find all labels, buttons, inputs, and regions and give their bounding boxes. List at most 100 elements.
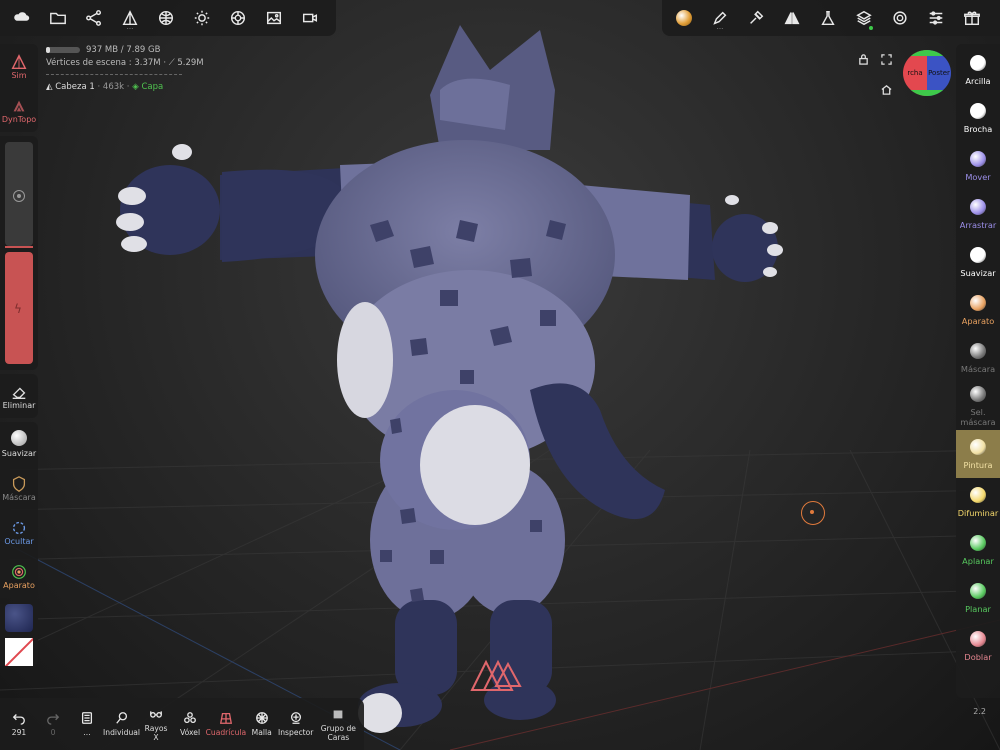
symmetry-icon	[784, 12, 800, 25]
xray-button[interactable]: Rayos X	[139, 698, 173, 750]
individual-label: Individual	[103, 728, 141, 737]
files-button[interactable]	[40, 0, 76, 36]
fullscreen-icon	[880, 53, 892, 65]
image-button[interactable]	[256, 0, 292, 36]
gift-icon	[964, 11, 980, 26]
pivot-target-icon[interactable]	[801, 501, 825, 525]
brush-sliders: ϟ	[0, 136, 38, 370]
settings-button[interactable]	[882, 0, 918, 36]
shading-button[interactable]	[220, 0, 256, 36]
dyntopo-toggle[interactable]: DynTopo	[0, 88, 38, 132]
tool-doblar[interactable]: Doblar	[956, 622, 1000, 670]
viewport-3d[interactable]	[0, 0, 1000, 750]
mascara-tool[interactable]: Máscara	[0, 466, 38, 510]
mesh-button[interactable]: Malla	[245, 698, 279, 750]
sliders-icon	[929, 11, 943, 25]
home-icon	[881, 84, 891, 95]
tool-sel-máscara[interactable]: Sel. máscara	[956, 382, 1000, 430]
tool-sphere-icon	[970, 54, 986, 71]
document-icon	[81, 712, 93, 724]
intensity-slider[interactable]: ϟ	[5, 246, 33, 364]
view-gizmo[interactable]: rcha Poster	[903, 50, 951, 96]
tool-máscara[interactable]: Máscara	[956, 334, 1000, 382]
stroke-button[interactable]: ···	[702, 0, 738, 36]
material-sphere-icon	[676, 10, 692, 26]
tool-sphere-icon	[970, 438, 986, 455]
ocultar-tool[interactable]: Ocultar	[0, 510, 38, 554]
aparato-label: Aparato	[3, 580, 35, 590]
hide-icon	[12, 521, 26, 534]
3d-character-model[interactable]	[110, 10, 790, 745]
radius-knob[interactable]	[13, 190, 25, 202]
material-preview-swatch[interactable]	[5, 604, 33, 632]
tool-arrastrar[interactable]: Arrastrar	[956, 190, 1000, 238]
tool-mover[interactable]: Mover	[956, 142, 1000, 190]
wire-sphere-icon	[255, 712, 268, 724]
bottom-toolbar: 291 0 ... Individual Rayos X Vóxel Cuadr…	[0, 698, 364, 750]
tool-sphere-icon	[970, 198, 986, 215]
undo-button[interactable]: 291	[2, 698, 36, 750]
tool-brocha[interactable]: Brocha	[956, 94, 1000, 142]
lock-button[interactable]	[856, 52, 870, 66]
inspector-button[interactable]: Inspector	[278, 698, 313, 750]
radius-slider[interactable]	[5, 142, 33, 246]
camera-button[interactable]: ···	[112, 0, 148, 36]
voxel-button[interactable]: Vóxel	[173, 698, 207, 750]
suavizar-tool[interactable]: Suavizar	[0, 422, 38, 466]
top-right-toolbar: ···	[662, 0, 1000, 36]
grid-button[interactable]: Cuadrícula	[206, 698, 246, 750]
video-button[interactable]	[292, 0, 328, 36]
left-toolbar: Sim DynTopo ϟ Eliminar Suavizar Máscara	[0, 44, 38, 672]
grid-icon	[219, 712, 232, 724]
no-texture-swatch[interactable]	[5, 638, 33, 666]
tool-aparato[interactable]: Aparato	[956, 286, 1000, 334]
layers-button[interactable]	[846, 0, 882, 36]
tool-aplanar[interactable]: Aplanar	[956, 526, 1000, 574]
tool-sphere-icon	[970, 534, 986, 551]
tool-label: Aplanar	[962, 555, 994, 566]
symmetry-button[interactable]	[774, 0, 810, 36]
environment-button[interactable]	[148, 0, 184, 36]
tool-label: Máscara	[960, 363, 996, 374]
mesh-count: 463k	[102, 82, 125, 92]
tool-label: Mover	[965, 171, 991, 182]
cloud-icon	[14, 12, 30, 21]
tool-planar[interactable]: Planar	[956, 574, 1000, 622]
home-button[interactable]	[879, 82, 893, 96]
tool-arcilla[interactable]: Arcilla	[956, 46, 1000, 94]
facegroup-label: Grupo de Caras	[320, 723, 356, 742]
suavizar-label: Suavizar	[1, 449, 37, 458]
individual-button[interactable]: Individual	[103, 698, 141, 750]
mascara-label: Máscara	[2, 492, 36, 502]
redo-button[interactable]: 0	[36, 698, 70, 750]
redo-icon	[47, 714, 60, 725]
scene-button[interactable]	[76, 0, 112, 36]
tool-difuminar[interactable]: Difuminar	[956, 478, 1000, 526]
tool-label: Doblar	[964, 651, 992, 662]
tool-label: Suavizar	[960, 267, 996, 278]
eliminar-button[interactable]: Eliminar	[0, 374, 38, 418]
tool-pintura[interactable]: Pintura	[956, 430, 1000, 478]
tool-sphere-icon	[970, 630, 986, 647]
eliminar-label: Eliminar	[2, 400, 36, 410]
voxel-label: Vóxel	[180, 728, 201, 737]
lighting-button[interactable]	[184, 0, 220, 36]
cloud-button[interactable]	[4, 0, 40, 36]
tool-sphere-icon	[970, 150, 986, 167]
postprocess-button[interactable]	[810, 0, 846, 36]
tool-suavizar[interactable]: Suavizar	[956, 238, 1000, 286]
glasses-icon	[150, 710, 162, 718]
picker-button[interactable]	[738, 0, 774, 36]
gift-button[interactable]	[954, 0, 990, 36]
symmetry-toggle[interactable]: Sim	[0, 44, 38, 88]
more-menu-button[interactable]: ...	[70, 698, 104, 750]
facegroup-button[interactable]: Grupo de Caras	[313, 698, 364, 750]
active-mesh[interactable]: ◭ Cabeza 1 · 463k · ◈ Capa	[46, 81, 204, 94]
fullscreen-button[interactable]	[879, 52, 893, 66]
tool-sphere-icon	[970, 246, 986, 263]
tools-settings-button[interactable]	[918, 0, 954, 36]
material-button[interactable]	[666, 0, 702, 36]
aparato-tool[interactable]: Aparato	[0, 554, 38, 598]
layers-icon	[856, 10, 872, 26]
layer-label: Capa	[141, 82, 164, 92]
